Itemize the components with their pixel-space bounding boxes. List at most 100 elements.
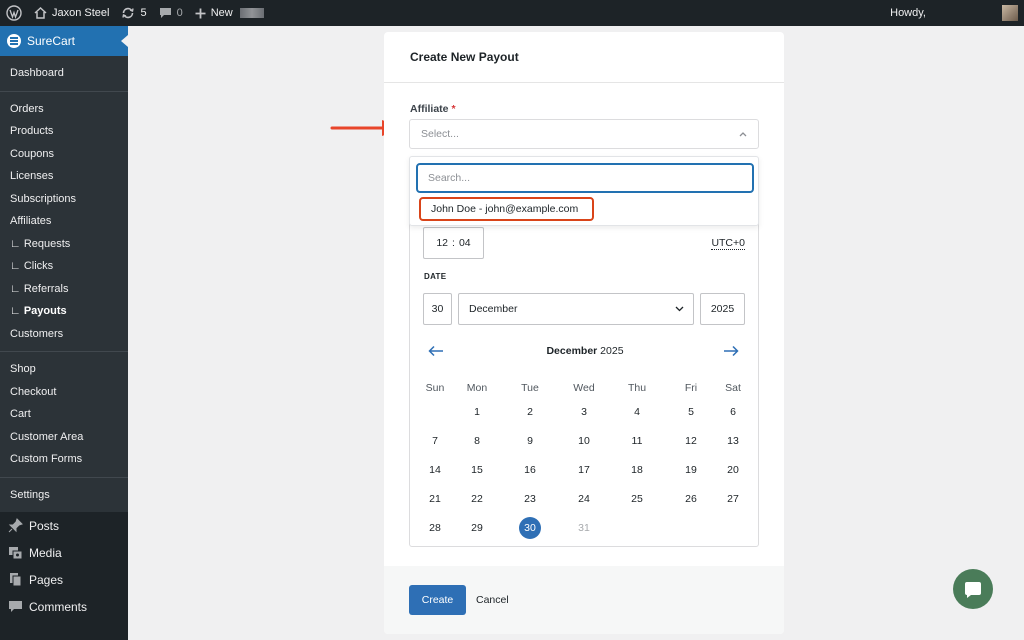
- menu-comments[interactable]: Comments: [0, 593, 128, 620]
- site-name: Jaxon Steel: [52, 7, 110, 19]
- calendar-day[interactable]: 13: [718, 431, 748, 451]
- calendar-day[interactable]: 12: [676, 431, 706, 451]
- howdy-text[interactable]: Howdy,: [890, 7, 926, 19]
- wordpress-logo-icon[interactable]: [0, 0, 28, 26]
- updates-count: 5: [140, 7, 147, 19]
- calendar-day: 31: [578, 522, 590, 534]
- affiliate-select[interactable]: Select...: [409, 119, 759, 149]
- next-month-arrow-icon[interactable]: [723, 345, 739, 357]
- menu-customer-area[interactable]: Customer Area: [0, 426, 128, 449]
- calendar-day[interactable]: 6: [718, 402, 748, 422]
- menu-separator: [0, 90, 128, 92]
- comments-link[interactable]: 0: [153, 0, 189, 26]
- surecart-logo-icon: [7, 34, 21, 48]
- menu-checkout[interactable]: Checkout: [0, 381, 128, 404]
- surecart-menu[interactable]: SureCart: [0, 26, 128, 56]
- calendar-day[interactable]: 23: [515, 489, 545, 509]
- avatar[interactable]: [1002, 5, 1018, 21]
- month-select-value: December: [469, 303, 518, 315]
- time-input[interactable]: 12 : 04: [423, 227, 484, 259]
- calendar-week-row: 21 22 23 24 25 26 27: [410, 489, 760, 509]
- calendar-month: December: [546, 345, 598, 357]
- calendar-day[interactable]: 11: [622, 431, 652, 451]
- cancel-button[interactable]: Cancel: [476, 585, 509, 615]
- comments-icon: [9, 601, 22, 612]
- menu-payouts[interactable]: ∟ Payouts: [0, 300, 128, 323]
- calendar-day[interactable]: 21: [420, 489, 450, 509]
- menu-custom-forms[interactable]: Custom Forms: [0, 448, 128, 471]
- calendar-day[interactable]: 24: [569, 489, 599, 509]
- calendar-day[interactable]: 22: [462, 489, 492, 509]
- menu-comments-label: Comments: [29, 599, 88, 614]
- calendar-day[interactable]: 10: [569, 431, 599, 451]
- calendar-day[interactable]: 16: [515, 460, 545, 480]
- menu-pages[interactable]: Pages: [0, 566, 128, 593]
- menu-posts[interactable]: Posts: [0, 512, 128, 539]
- media-icon: [9, 547, 23, 560]
- month-select[interactable]: December: [458, 293, 694, 325]
- calendar-day[interactable]: 14: [420, 460, 450, 480]
- calendar-day[interactable]: 15: [462, 460, 492, 480]
- menu-requests-label: Requests: [23, 237, 71, 250]
- calendar-day[interactable]: 26: [676, 489, 706, 509]
- calendar-day[interactable]: 28: [420, 518, 450, 538]
- weekday-label: Wed: [573, 382, 595, 394]
- modal-divider: [384, 82, 784, 83]
- calendar-day[interactable]: 29: [462, 518, 492, 538]
- weekday-label: Mon: [466, 382, 488, 394]
- chevron-down-icon: [675, 306, 684, 312]
- menu-cart[interactable]: Cart: [0, 403, 128, 426]
- calendar-day[interactable]: 2: [515, 402, 545, 422]
- calendar-day[interactable]: 3: [569, 402, 599, 422]
- calendar-day[interactable]: 4: [622, 402, 652, 422]
- calendar-day[interactable]: 25: [622, 489, 652, 509]
- new-label: New: [210, 7, 233, 19]
- menu-payouts-label: Payouts: [23, 305, 67, 317]
- weekday-label: Tue: [521, 382, 539, 394]
- calendar-day[interactable]: 18: [622, 460, 652, 480]
- plus-icon: [195, 8, 206, 18]
- affiliate-label: Affiliate *: [410, 103, 456, 115]
- menu-dashboard[interactable]: Dashboard: [0, 62, 128, 85]
- day-input[interactable]: 30: [423, 293, 452, 325]
- calendar-day[interactable]: 5: [676, 402, 706, 422]
- menu-referrals[interactable]: ∟ Referrals: [0, 278, 128, 301]
- calendar-day-selected[interactable]: 30: [519, 517, 541, 539]
- time-hour[interactable]: 12: [436, 237, 448, 249]
- affiliate-search-input[interactable]: [416, 163, 754, 193]
- menu-requests[interactable]: ∟ Requests: [0, 233, 128, 256]
- calendar-day[interactable]: 20: [718, 460, 748, 480]
- menu-media[interactable]: Media: [0, 539, 128, 566]
- calendar-week-row: 28 29 30 31: [410, 517, 760, 539]
- create-button[interactable]: Create: [409, 585, 466, 615]
- time-minute[interactable]: 04: [459, 237, 471, 249]
- year-input[interactable]: 2025: [700, 293, 745, 325]
- menu-affiliates[interactable]: Affiliates: [0, 210, 128, 233]
- updates-link[interactable]: 5: [115, 0, 152, 26]
- new-content-link[interactable]: New: [189, 0, 270, 26]
- site-name-link[interactable]: Jaxon Steel: [28, 0, 115, 26]
- required-mark: *: [451, 103, 456, 115]
- calendar-day[interactable]: 7: [420, 431, 450, 451]
- calendar-day[interactable]: 17: [569, 460, 599, 480]
- calendar-day[interactable]: 1: [462, 402, 492, 422]
- affiliate-dropdown: John Doe - john@example.com: [409, 156, 759, 226]
- menu-customers[interactable]: Customers: [0, 323, 128, 346]
- affiliate-option[interactable]: John Doe - john@example.com: [419, 197, 594, 221]
- chat-button[interactable]: [953, 569, 993, 609]
- menu-separator: [0, 476, 128, 478]
- menu-licenses[interactable]: Licenses: [0, 165, 128, 188]
- menu-coupons[interactable]: Coupons: [0, 143, 128, 166]
- menu-shop[interactable]: Shop: [0, 358, 128, 381]
- calendar-day[interactable]: 9: [515, 431, 545, 451]
- menu-clicks[interactable]: ∟ Clicks: [0, 255, 128, 278]
- menu-orders[interactable]: Orders: [0, 98, 128, 121]
- calendar-day[interactable]: 27: [718, 489, 748, 509]
- menu-subscriptions[interactable]: Subscriptions: [0, 188, 128, 211]
- menu-settings[interactable]: Settings: [0, 484, 128, 507]
- calendar-day[interactable]: 8: [462, 431, 492, 451]
- menu-products[interactable]: Products: [0, 120, 128, 143]
- admin-bar: Jaxon Steel 5 0 New Howdy,: [0, 0, 1024, 26]
- weekday-label: Thu: [627, 382, 647, 394]
- calendar-day[interactable]: 19: [676, 460, 706, 480]
